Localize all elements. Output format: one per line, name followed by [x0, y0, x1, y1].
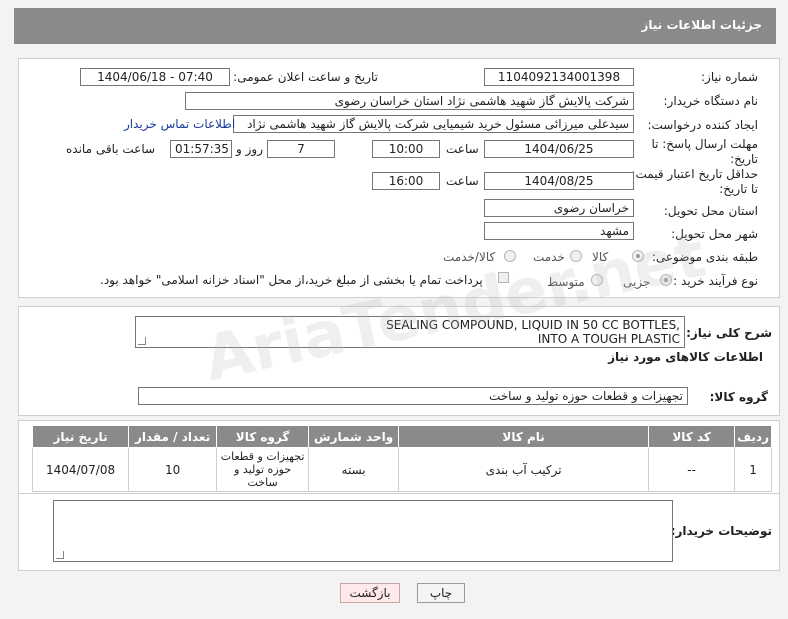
table-row: 1 -- ترکیب آب بندی بسته تجهیزات و قطعات …	[31, 447, 772, 492]
col-code: کد کالا	[648, 425, 736, 448]
validity-time-label: ساعت	[446, 174, 479, 188]
page-header: جزئیات اطلاعات نیاز	[14, 8, 776, 44]
row-qty: 10	[128, 447, 218, 492]
validity-label-line2: تا تاریخ:	[719, 182, 758, 196]
row-name: ترکیب آب بندی	[398, 447, 650, 492]
col-row: ردیف	[734, 425, 772, 448]
col-group: گروه کالا	[216, 425, 310, 448]
deadline-label-line1: مهلت ارسال پاسخ: تا	[651, 137, 758, 151]
row-date: 1404/07/08	[31, 447, 130, 492]
requester-field: سیدعلی میرزائی مسئول خرید شیمیایی شرکت پ…	[233, 115, 634, 133]
deadline-label-line2: تاریخ:	[730, 152, 758, 166]
col-date: تاریخ نیاز	[31, 425, 130, 448]
validity-label-line1: حداقل تاریخ اعتبار قیمت:	[631, 167, 758, 181]
deadline-time-label: ساعت	[446, 142, 479, 156]
days-label: روز و	[236, 142, 263, 156]
validity-time-field: 16:00	[372, 172, 440, 190]
goods-section-title: اطلاعات کالاهای مورد نیاز	[608, 350, 763, 364]
buyer-org-field: شرکت پالایش گاز شهید هاشمی نژاد استان خر…	[185, 92, 634, 110]
buyer-notes-label: توضیحات خریدار:	[670, 524, 772, 538]
remaining-time-field: 01:57:35	[170, 140, 232, 158]
items-table-header: ردیف کد کالا نام کالا واحد شمارش گروه کا…	[31, 425, 772, 448]
announce-label: تاریخ و ساعت اعلان عمومی:	[233, 70, 378, 84]
remaining-label: ساعت باقی مانده	[66, 142, 156, 156]
page-title: جزئیات اطلاعات نیاز	[641, 18, 762, 32]
days-field: 7	[267, 140, 335, 158]
goods-group-label: گروه کالا:	[709, 390, 768, 404]
print-button[interactable]: چاپ	[417, 583, 465, 603]
deadline-time-field: 10:00	[372, 140, 440, 158]
need-number-label: شماره نیاز:	[701, 70, 758, 84]
col-qty: تعداد / مقدار	[128, 425, 218, 448]
row-group: تجهیزات و قطعات حوزه تولید و ساخت	[216, 447, 310, 492]
province-label: استان محل تحویل:	[663, 204, 758, 218]
resize-handle-icon[interactable]	[56, 551, 64, 559]
requester-label: ایجاد کننده درخواست:	[647, 118, 758, 132]
validity-date-field: 1404/08/25	[484, 172, 634, 190]
row-code: --	[648, 447, 736, 492]
deadline-label: مهلت ارسال پاسخ: تا تاریخ:	[651, 137, 758, 167]
announce-field: 1404/06/18 - 07:40	[80, 68, 230, 86]
contact-buyer-link[interactable]: اطلاعات تماس خریدار	[124, 117, 235, 131]
province-field: خراسان رضوی	[484, 199, 634, 217]
buyer-notes-textarea[interactable]	[53, 500, 673, 562]
description-label: شرح کلی نیاز:	[686, 326, 772, 340]
col-name: نام کالا	[398, 425, 650, 448]
col-unit: واحد شمارش	[308, 425, 400, 448]
need-number-field: 1104092134001398	[484, 68, 634, 86]
row-unit: بسته	[308, 447, 400, 492]
back-button[interactable]: بازگشت	[340, 583, 400, 603]
items-table: ردیف کد کالا نام کالا واحد شمارش گروه کا…	[31, 425, 772, 492]
deadline-date-field: 1404/06/25	[484, 140, 634, 158]
row-number: 1	[734, 447, 772, 492]
buyer-org-label: نام دستگاه خریدار:	[663, 94, 759, 108]
validity-label: حداقل تاریخ اعتبار قیمت: تا تاریخ:	[631, 167, 758, 197]
resize-handle-icon[interactable]	[138, 337, 146, 345]
